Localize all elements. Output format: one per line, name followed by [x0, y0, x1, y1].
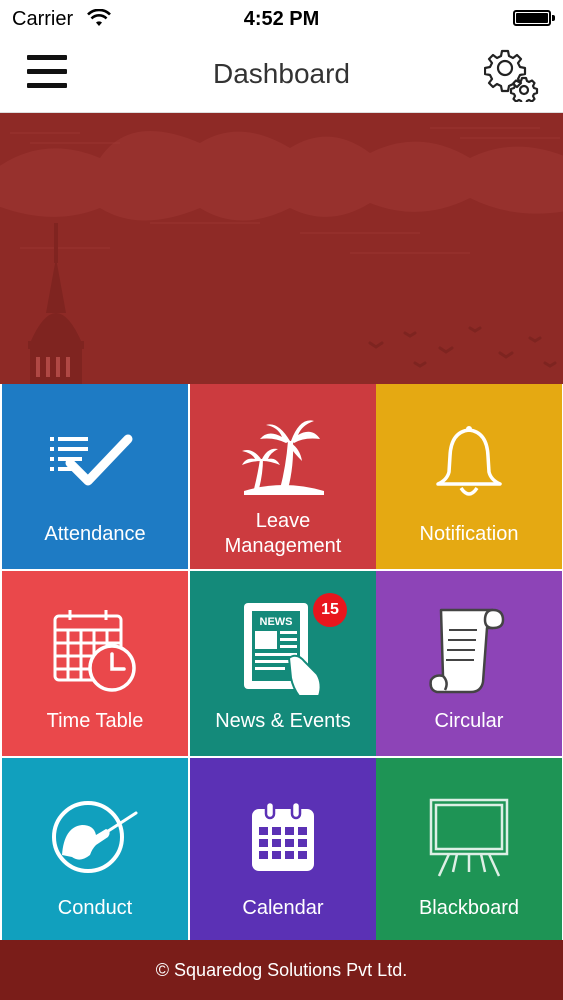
- tile-label: Blackboard: [418, 897, 520, 919]
- status-bar: Carrier 4:52 PM: [0, 0, 563, 38]
- news-text: NEWS: [260, 616, 293, 628]
- tile-leave-management[interactable]: Leave Management: [190, 384, 376, 569]
- tile-notification[interactable]: Notification: [376, 384, 562, 569]
- tile-label: Time Table: [46, 710, 144, 732]
- dashboard-grid: Attendance Leave Management Notification…: [0, 384, 563, 943]
- status-time: 4:52 PM: [243, 8, 320, 30]
- footer: © Squaredog Solutions Pvt Ltd.: [0, 940, 563, 1000]
- checklist-icon: [2, 408, 188, 518]
- tile-label: Conduct: [57, 897, 133, 919]
- tile-time-table[interactable]: Time Table: [2, 571, 188, 756]
- notification-count-badge: 15: [313, 593, 347, 627]
- battery-icon: [513, 10, 555, 26]
- hamburger-menu-icon[interactable]: [25, 55, 69, 95]
- calendar-icon: [190, 782, 376, 892]
- calendar-clock-icon: [2, 595, 188, 705]
- tile-circular[interactable]: Circular: [376, 571, 562, 756]
- tile-label: Notification: [419, 523, 519, 545]
- tile-calendar[interactable]: Calendar: [190, 758, 376, 943]
- conductor-icon: [2, 782, 188, 892]
- banner-image: [0, 113, 563, 384]
- tile-news-events[interactable]: NEWS 15 News & Events: [190, 571, 376, 756]
- tile-blackboard[interactable]: Blackboard: [376, 758, 562, 943]
- page-title: Dashboard: [213, 58, 350, 89]
- tile-label: Calendar: [242, 897, 324, 919]
- tile-attendance[interactable]: Attendance: [2, 384, 188, 569]
- palm-tree-icon: [190, 406, 376, 506]
- newspaper-icon: NEWS: [190, 595, 376, 705]
- copyright-text: © Squaredog Solutions Pvt Ltd.: [155, 960, 408, 980]
- scroll-icon: [376, 595, 562, 705]
- gear-icon[interactable]: [483, 48, 540, 106]
- tile-label: News & Events: [215, 710, 351, 732]
- tile-label: Circular: [434, 710, 504, 732]
- tile-label: Attendance: [44, 523, 146, 545]
- bell-icon: [376, 408, 562, 518]
- blackboard-icon: [376, 782, 562, 892]
- navigation-bar: Dashboard: [0, 38, 563, 113]
- tile-conduct[interactable]: Conduct: [2, 758, 188, 943]
- tile-label: Leave Management: [224, 510, 342, 557]
